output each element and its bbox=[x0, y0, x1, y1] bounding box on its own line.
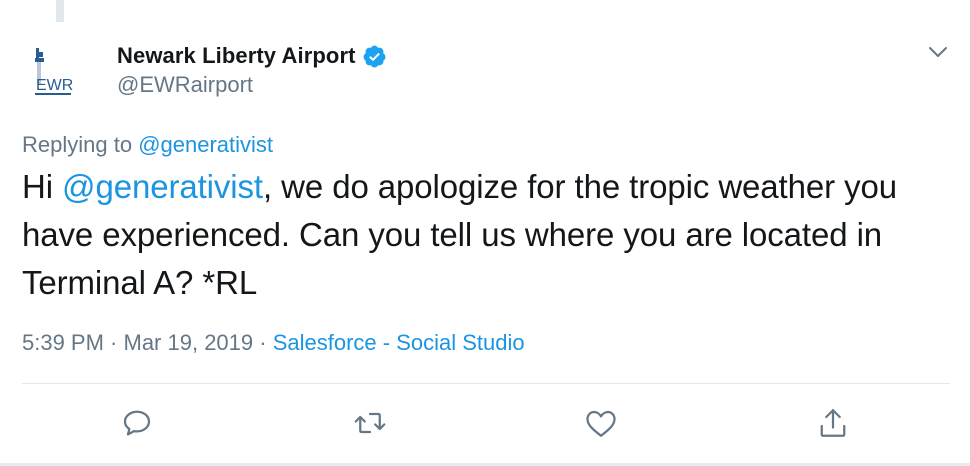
retweet-icon bbox=[354, 412, 386, 434]
author-handle[interactable]: @EWRairport bbox=[117, 72, 253, 98]
replying-to-prefix: Replying to bbox=[22, 132, 133, 157]
author-display-name[interactable]: Newark Liberty Airport bbox=[117, 43, 356, 69]
like-button[interactable] bbox=[583, 405, 619, 441]
tweet-card: EWR Newark Liberty Airport @EWRairport R… bbox=[0, 0, 970, 466]
reply-button[interactable] bbox=[119, 405, 155, 441]
tweet-text-greeting: Hi bbox=[22, 168, 63, 205]
tweet-text: Hi @generativist, we do apologize for th… bbox=[22, 163, 957, 307]
avatar[interactable]: EWR bbox=[22, 38, 92, 108]
tweet-date[interactable]: Mar 19, 2019 bbox=[124, 330, 254, 355]
retweet-button[interactable] bbox=[352, 405, 388, 441]
replying-to-line: Replying to @generativist bbox=[22, 132, 273, 158]
share-icon bbox=[820, 409, 846, 437]
ewr-logo-icon: EWR bbox=[22, 38, 92, 108]
divider bbox=[22, 383, 950, 384]
chevron-down-icon bbox=[929, 47, 947, 57]
share-button[interactable] bbox=[815, 405, 851, 441]
meta-separator: · bbox=[253, 330, 273, 355]
tweet-text-mention-link[interactable]: @generativist bbox=[62, 168, 263, 205]
avatar-logo-text: EWR bbox=[36, 77, 73, 94]
tweet-time[interactable]: 5:39 PM bbox=[22, 330, 104, 355]
speech-bubble-icon bbox=[123, 410, 151, 436]
meta-separator: · bbox=[103, 330, 124, 355]
tweet-source-link[interactable]: Salesforce - Social Studio bbox=[273, 330, 525, 355]
author-name-row[interactable]: Newark Liberty Airport bbox=[117, 41, 387, 71]
tweet-meta: 5:39 PM · Mar 19, 2019 · Salesforce - So… bbox=[22, 330, 525, 356]
verified-badge-icon bbox=[362, 44, 387, 69]
tweet-options-button[interactable] bbox=[924, 38, 952, 66]
replying-to-mention-link[interactable]: @generativist bbox=[138, 132, 273, 157]
heart-icon bbox=[586, 410, 616, 437]
